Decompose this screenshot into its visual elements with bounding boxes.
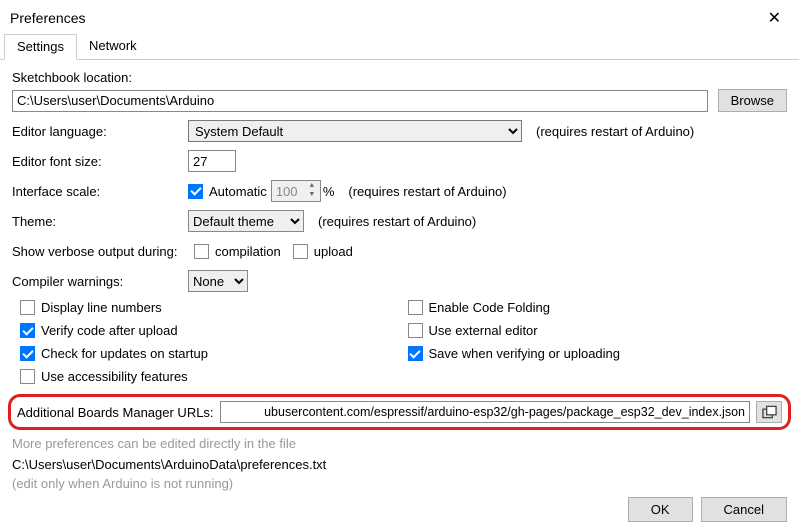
editor-language-select[interactable]: System Default (188, 120, 522, 142)
save-upload-checkbox[interactable] (408, 346, 423, 361)
compilation-label: compilation (215, 244, 281, 259)
percent-label: % (323, 184, 335, 199)
browse-button[interactable]: Browse (718, 89, 787, 112)
font-size-input[interactable] (188, 150, 236, 172)
automatic-label: Automatic (209, 184, 267, 199)
theme-hint: (requires restart of Arduino) (318, 214, 476, 229)
scale-hint: (requires restart of Arduino) (348, 184, 506, 199)
cancel-button[interactable]: Cancel (701, 497, 787, 522)
close-icon[interactable]: ✕ (760, 6, 789, 30)
upload-label: upload (314, 244, 353, 259)
check-updates-checkbox[interactable] (20, 346, 35, 361)
compilation-checkbox[interactable] (194, 244, 209, 259)
sketchbook-input[interactable] (12, 90, 708, 112)
editor-language-label: Editor language: (12, 124, 188, 139)
lang-hint: (requires restart of Arduino) (536, 124, 694, 139)
theme-label: Theme: (12, 214, 188, 229)
verify-code-checkbox[interactable] (20, 323, 35, 338)
sketchbook-label: Sketchbook location: (12, 70, 787, 85)
pref-path: C:\Users\user\Documents\ArduinoData\pref… (12, 457, 787, 472)
interface-scale-label: Interface scale: (12, 184, 188, 199)
chevron-up-icon[interactable]: ▲ (305, 182, 319, 191)
save-upload-label: Save when verifying or uploading (429, 346, 621, 361)
code-folding-checkbox[interactable] (408, 300, 423, 315)
code-folding-label: Enable Code Folding (429, 300, 550, 315)
boards-urls-input[interactable] (220, 401, 750, 423)
external-editor-label: Use external editor (429, 323, 538, 338)
boards-urls-label: Additional Boards Manager URLs: (17, 405, 214, 420)
boards-urls-highlight: Additional Boards Manager URLs: (8, 394, 791, 430)
warnings-select[interactable]: None (188, 270, 248, 292)
tab-settings[interactable]: Settings (4, 34, 77, 60)
line-numbers-label: Display line numbers (41, 300, 162, 315)
ok-button[interactable]: OK (628, 497, 693, 522)
warnings-label: Compiler warnings: (12, 274, 188, 289)
verify-code-label: Verify code after upload (41, 323, 178, 338)
chevron-down-icon[interactable]: ▼ (305, 191, 319, 200)
verbose-label: Show verbose output during: (12, 244, 194, 259)
theme-select[interactable]: Default theme (188, 210, 304, 232)
upload-checkbox[interactable] (293, 244, 308, 259)
tab-network[interactable]: Network (77, 34, 149, 59)
open-urls-button[interactable] (756, 401, 782, 423)
check-updates-label: Check for updates on startup (41, 346, 208, 361)
accessibility-checkbox[interactable] (20, 369, 35, 384)
window-title: Preferences (10, 10, 85, 26)
window-icon (762, 405, 777, 419)
more-pref-text: More preferences can be edited directly … (12, 436, 787, 451)
line-numbers-checkbox[interactable] (20, 300, 35, 315)
scale-value-input: 100 ▲▼ (271, 180, 321, 202)
accessibility-label: Use accessibility features (41, 369, 188, 384)
automatic-checkbox[interactable] (188, 184, 203, 199)
external-editor-checkbox[interactable] (408, 323, 423, 338)
font-size-label: Editor font size: (12, 154, 188, 169)
edit-note: (edit only when Arduino is not running) (12, 476, 787, 491)
